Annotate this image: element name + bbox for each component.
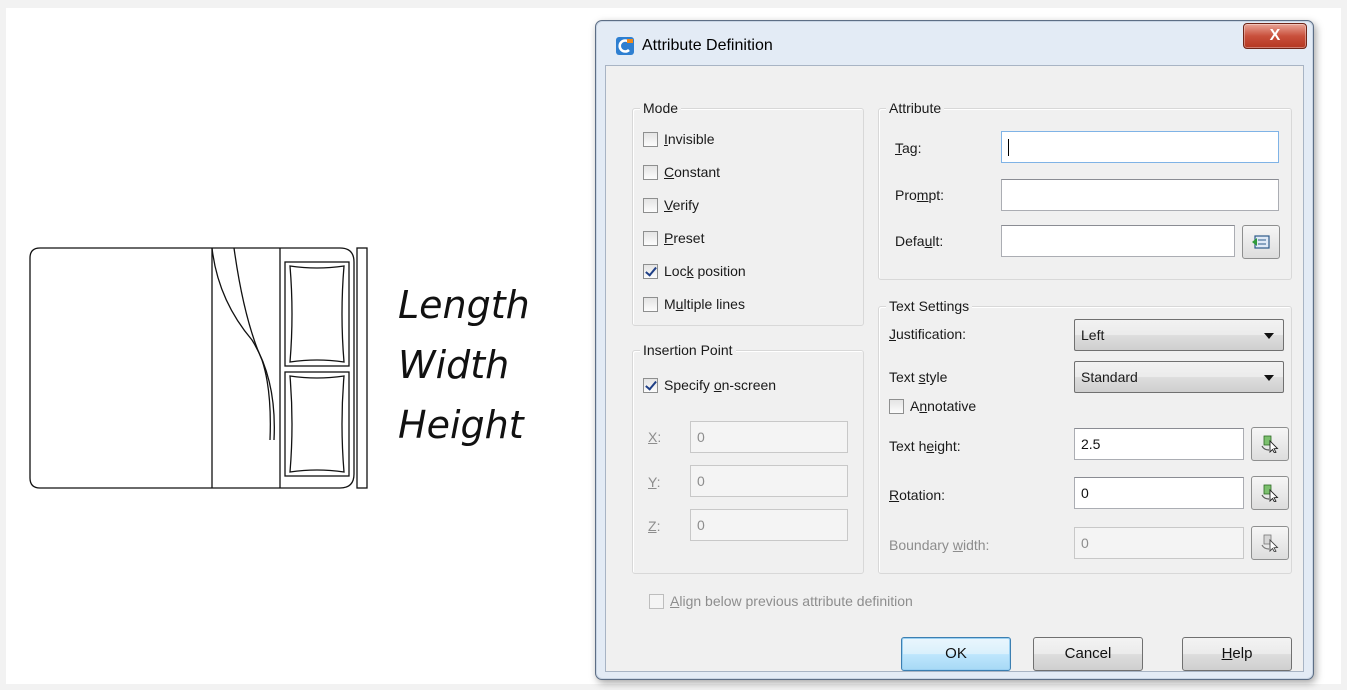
verify-checkbox[interactable]: Verify — [643, 196, 699, 214]
pick-rotation-button[interactable] — [1251, 476, 1289, 510]
y-label: Y: — [648, 474, 661, 490]
blanket-fold-1 — [211, 247, 275, 441]
preset-checkbox-box[interactable] — [643, 230, 658, 246]
preset-checkbox-label: Preset — [664, 230, 705, 246]
multiple-lines-checkbox-box[interactable] — [643, 296, 658, 312]
verify-checkbox-label: Verify — [664, 197, 700, 213]
text-height-value: 2.5 — [1081, 436, 1101, 452]
mode-group-title: Mode — [640, 100, 682, 116]
z-label: Z: — [648, 518, 661, 534]
lock-position-checkbox-label: Lock position — [664, 263, 746, 279]
x-input-value: 0 — [697, 429, 705, 445]
text-style-dropdown[interactable]: Standard — [1074, 361, 1284, 393]
chevron-down-icon — [1264, 375, 1274, 381]
verify-checkbox-box[interactable] — [643, 197, 658, 213]
dialog-client-area: Mode Invisible Constant Verify Preset Lo… — [605, 65, 1304, 672]
z-input-value: 0 — [697, 517, 705, 533]
lock-position-checkbox[interactable]: Lock position — [643, 262, 746, 280]
multiple-lines-checkbox[interactable]: Multiple lines — [643, 295, 745, 313]
dimension-labels: Length Width Height — [398, 275, 530, 455]
headboard — [356, 247, 368, 489]
boundary-width-input[interactable]: 0 — [1074, 527, 1244, 559]
tag-label: Tag: — [895, 140, 922, 156]
blanket-fold-2 — [233, 247, 271, 441]
annotative-checkbox-label: Annotative — [910, 398, 977, 414]
text-style-label: Text style — [889, 369, 948, 385]
constant-checkbox-label: Constant — [664, 164, 721, 180]
label-height: Height — [398, 403, 524, 447]
specify-on-screen-checkbox-box[interactable] — [643, 377, 658, 393]
specify-on-screen-checkbox[interactable]: Specify on-screen — [643, 376, 776, 394]
pillow-bottom — [284, 371, 350, 477]
preset-checkbox[interactable]: Preset — [643, 229, 704, 247]
constant-checkbox-box[interactable] — [643, 164, 658, 180]
rotation-input[interactable]: 0 — [1074, 477, 1244, 509]
rotation-value: 0 — [1081, 485, 1089, 501]
boundary-width-label: Boundary width: — [889, 537, 990, 553]
pick-point-icon — [1261, 435, 1279, 453]
default-label: Default: — [895, 233, 944, 249]
y-input-value: 0 — [697, 473, 705, 489]
align-below-checkbox-label: Align below previous attribute definitio… — [670, 593, 913, 609]
pillow-top — [284, 261, 350, 367]
invisible-checkbox-box[interactable] — [643, 131, 658, 147]
attribute-definition-dialog: Attribute Definition X Mode Invisible Co… — [595, 20, 1314, 680]
chevron-down-icon — [1264, 333, 1274, 339]
bed-outline — [29, 247, 355, 489]
specify-on-screen-checkbox-label: Specify on-screen — [664, 377, 777, 393]
close-button[interactable]: X — [1243, 23, 1307, 49]
lock-position-checkbox-box[interactable] — [643, 263, 658, 279]
app-icon — [616, 37, 634, 55]
attribute-group-title: Attribute — [886, 100, 945, 116]
invisible-checkbox-label: Invisible — [664, 131, 715, 147]
text-cursor — [1008, 138, 1009, 156]
help-button[interactable]: Help — [1182, 637, 1292, 671]
align-below-checkbox[interactable]: Align below previous attribute definitio… — [649, 592, 913, 610]
text-height-label: Text height: — [889, 438, 961, 454]
bed-block-drawing — [29, 247, 368, 489]
justification-label: Justification: — [889, 326, 967, 342]
prompt-label: Prompt: — [895, 187, 945, 203]
text-height-input[interactable]: 2.5 — [1074, 428, 1244, 460]
annotative-checkbox[interactable]: Annotative — [889, 397, 976, 415]
annotative-checkbox-box[interactable] — [889, 398, 904, 414]
invisible-checkbox[interactable]: Invisible — [643, 130, 715, 148]
insert-field-button[interactable] — [1242, 225, 1280, 259]
dialog-title: Attribute Definition — [642, 37, 773, 54]
dialog-titlebar[interactable]: Attribute Definition X — [596, 21, 1313, 61]
close-icon: X — [1269, 27, 1281, 44]
tag-input[interactable] — [1001, 131, 1279, 163]
default-input[interactable] — [1001, 225, 1235, 257]
constant-checkbox[interactable]: Constant — [643, 163, 720, 181]
insertion-point-group-title: Insertion Point — [640, 342, 736, 358]
y-input[interactable]: 0 — [690, 465, 848, 497]
pick-boundary-width-button[interactable] — [1251, 526, 1289, 560]
align-below-checkbox-box[interactable] — [649, 593, 664, 609]
x-input[interactable]: 0 — [690, 421, 848, 453]
z-input[interactable]: 0 — [690, 509, 848, 541]
text-style-value: Standard — [1081, 369, 1138, 385]
label-length: Length — [398, 283, 530, 327]
insert-field-icon — [1252, 235, 1270, 249]
justification-value: Left — [1081, 327, 1105, 343]
label-width: Width — [398, 343, 510, 387]
ok-button[interactable]: OK — [901, 637, 1011, 671]
multiple-lines-checkbox-label: Multiple lines — [664, 296, 745, 312]
x-label: X: — [648, 429, 662, 445]
rotation-label: Rotation: — [889, 487, 946, 503]
pick-point-icon — [1261, 534, 1279, 552]
justification-dropdown[interactable]: Left — [1074, 319, 1284, 351]
cancel-button[interactable]: Cancel — [1033, 637, 1143, 671]
pick-text-height-button[interactable] — [1251, 427, 1289, 461]
boundary-width-value: 0 — [1081, 535, 1089, 551]
pick-point-icon — [1261, 484, 1279, 502]
prompt-input[interactable] — [1001, 179, 1279, 211]
text-settings-group-title: Text Settings — [886, 298, 973, 314]
